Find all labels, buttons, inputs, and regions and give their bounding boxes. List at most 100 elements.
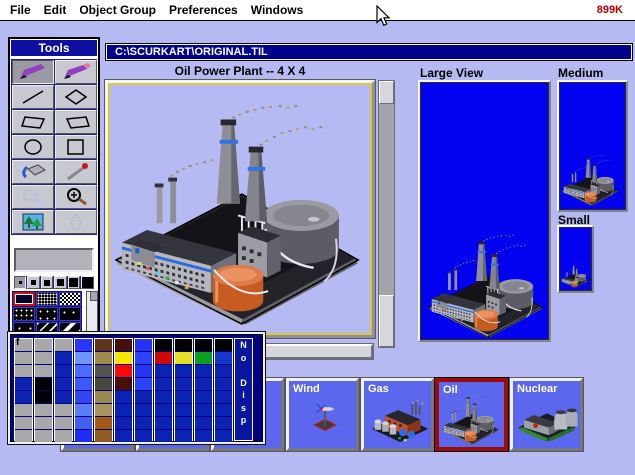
palette-cell[interactable]	[115, 365, 132, 377]
palette-cell[interactable]	[55, 391, 72, 403]
brush-size-7[interactable]	[54, 276, 67, 289]
tool-button-zoom-in[interactable]	[55, 185, 97, 209]
palette-cell[interactable]	[155, 391, 172, 403]
palette-cell[interactable]	[155, 404, 172, 416]
palette-cell[interactable]	[35, 404, 52, 416]
menu-object-group[interactable]: Object Group	[79, 3, 156, 17]
palette-cell[interactable]	[55, 378, 72, 390]
tool-button-trees[interactable]	[12, 210, 54, 234]
tool-button-line[interactable]	[12, 85, 54, 109]
palette-cell[interactable]	[155, 339, 172, 351]
scrollbar-thumb[interactable]	[379, 295, 394, 347]
scrollbar-top-button[interactable]	[379, 81, 394, 104]
palette-cell[interactable]	[75, 378, 92, 390]
palette-cell[interactable]	[215, 352, 232, 364]
palette-cell[interactable]	[175, 404, 192, 416]
palette-cell[interactable]	[35, 430, 52, 442]
palette-cell[interactable]	[15, 391, 32, 403]
menu-preferences[interactable]: Preferences	[169, 3, 238, 17]
palette-cell[interactable]	[175, 339, 192, 351]
palette-cell[interactable]	[95, 365, 112, 377]
palette-cell[interactable]	[195, 430, 212, 442]
canvas-vertical-scrollbar[interactable]	[378, 80, 395, 348]
palette-cell[interactable]	[135, 430, 152, 442]
menu-windows[interactable]: Windows	[251, 3, 304, 17]
palette-cell[interactable]	[155, 352, 172, 364]
pattern-checker[interactable]	[59, 292, 81, 306]
palette-cell[interactable]	[35, 391, 52, 403]
pattern-dots-medium[interactable]	[36, 307, 58, 321]
palette-cell[interactable]	[35, 339, 52, 351]
palette-cell[interactable]	[215, 339, 232, 351]
palette-cell[interactable]	[55, 404, 72, 416]
palette-cell[interactable]	[15, 378, 32, 390]
tool-button-paint-bucket[interactable]	[12, 160, 54, 184]
palette-cell[interactable]	[195, 339, 212, 351]
palette-cell[interactable]	[175, 430, 192, 442]
tool-button-pencil[interactable]	[12, 60, 54, 84]
building-tile-oil[interactable]: Oil	[434, 377, 509, 452]
no-disp-column[interactable]: N o D i s p	[234, 338, 253, 441]
building-tile-gas[interactable]: Gas	[360, 377, 435, 452]
tool-button-eraser[interactable]	[55, 60, 97, 84]
palette-cell[interactable]	[115, 339, 132, 351]
palette-cell[interactable]	[135, 365, 152, 377]
palette-cell[interactable]	[75, 417, 92, 429]
palette-cell[interactable]	[115, 352, 132, 364]
tool-button-quadrilateral-left[interactable]	[12, 110, 54, 134]
palette-cell[interactable]	[95, 417, 112, 429]
palette-cell[interactable]	[15, 417, 32, 429]
palette-cell[interactable]	[55, 430, 72, 442]
palette-cell[interactable]	[75, 404, 92, 416]
palette-cell[interactable]	[55, 352, 72, 364]
palette-cell[interactable]	[215, 430, 232, 442]
tool-button-quadrilateral-right[interactable]	[55, 110, 97, 134]
tools-window-title[interactable]: Tools	[11, 40, 97, 56]
palette-cell[interactable]	[115, 430, 132, 442]
palette-cell[interactable]	[75, 352, 92, 364]
slider-thumb-icon[interactable]	[90, 292, 97, 301]
palette-cell[interactable]	[195, 352, 212, 364]
palette-cell[interactable]	[155, 378, 172, 390]
palette-cell[interactable]	[155, 417, 172, 429]
palette-cell[interactable]	[95, 430, 112, 442]
menu-edit[interactable]: Edit	[44, 3, 67, 17]
palette-cell[interactable]	[215, 404, 232, 416]
brush-size-9[interactable]	[67, 276, 81, 289]
tool-button-spray[interactable]	[12, 185, 54, 209]
palette-cell[interactable]	[35, 378, 52, 390]
tool-button-ellipse[interactable]	[12, 135, 54, 159]
palette-cell[interactable]	[15, 352, 32, 364]
pattern-solid[interactable]	[13, 292, 35, 306]
palette-cell[interactable]	[75, 339, 92, 351]
palette-cell[interactable]	[15, 365, 32, 377]
palette-cell[interactable]	[35, 417, 52, 429]
palette-cell[interactable]	[95, 378, 112, 390]
palette-cell[interactable]	[55, 339, 72, 351]
edit-canvas[interactable]	[108, 83, 372, 335]
tool-button-flame[interactable]	[55, 210, 97, 234]
palette-cell[interactable]	[155, 430, 172, 442]
palette-cell[interactable]	[115, 404, 132, 416]
brush-size-3[interactable]	[14, 276, 27, 289]
palette-cell[interactable]	[195, 391, 212, 403]
palette-cell[interactable]	[115, 391, 132, 403]
tool-button-diamond[interactable]	[55, 85, 97, 109]
palette-cell[interactable]	[135, 417, 152, 429]
pattern-dots-sparse[interactable]	[59, 307, 81, 321]
palette-cell[interactable]	[55, 365, 72, 377]
palette-cell[interactable]	[75, 365, 92, 377]
palette-cell[interactable]	[15, 404, 32, 416]
tool-button-rectangle[interactable]	[55, 135, 97, 159]
building-tile-wind[interactable]: Wind	[285, 377, 360, 452]
palette-cell[interactable]	[135, 339, 152, 351]
palette-cell[interactable]	[215, 365, 232, 377]
palette-cell[interactable]	[95, 352, 112, 364]
palette-cell[interactable]	[215, 378, 232, 390]
building-tile-nuclear[interactable]: Nuclear	[509, 377, 584, 452]
tool-button-dropper[interactable]	[55, 160, 97, 184]
palette-cell[interactable]	[195, 404, 212, 416]
pattern-dots-dense[interactable]	[13, 307, 35, 321]
palette-cell[interactable]	[195, 378, 212, 390]
pattern-dither-fine[interactable]	[36, 292, 58, 306]
